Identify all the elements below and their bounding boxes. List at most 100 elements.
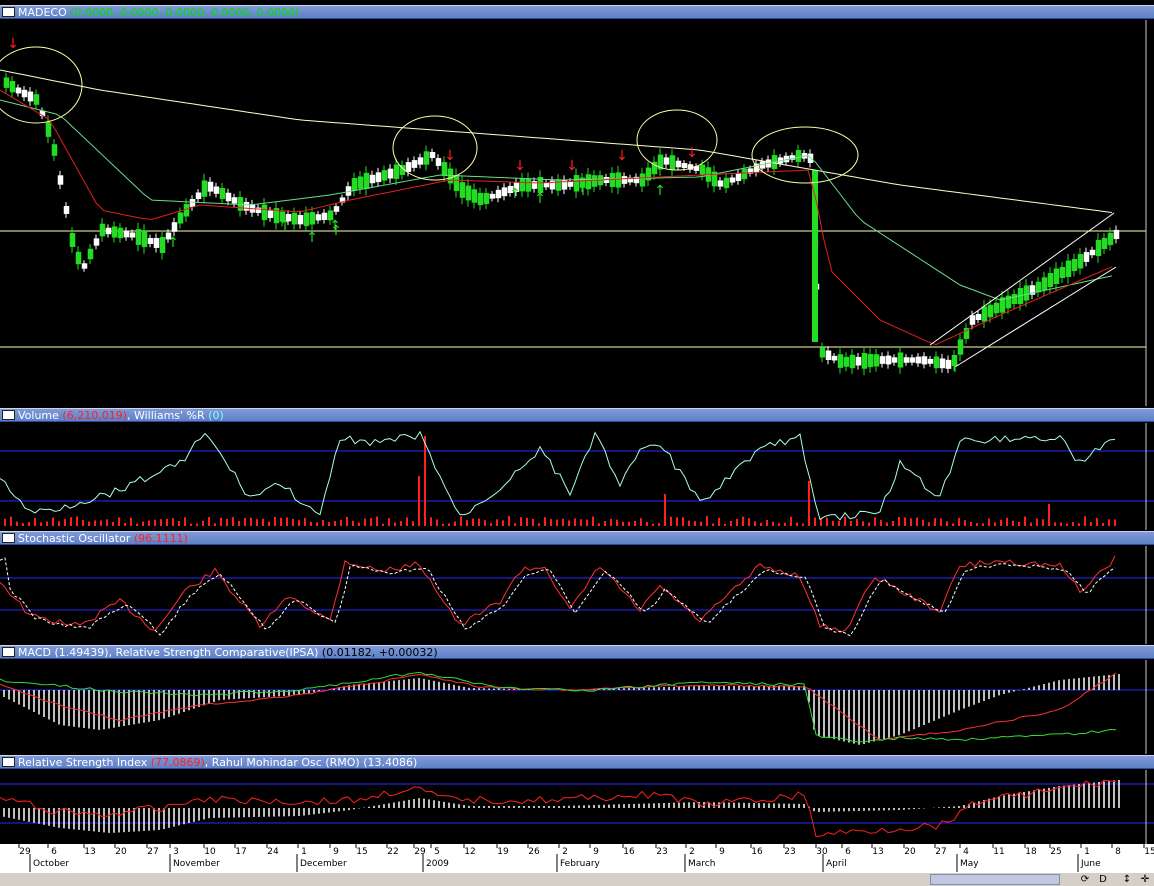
- candle: [501, 187, 508, 197]
- volume-bar: [238, 521, 240, 526]
- volume-bar: [442, 523, 444, 526]
- volume-bar: [1030, 522, 1032, 526]
- volume-bar: [70, 517, 72, 526]
- candle: [357, 176, 364, 189]
- candle: [417, 157, 424, 165]
- candle: [795, 150, 802, 162]
- volume-bar: [514, 523, 516, 526]
- volume-bar: [778, 523, 780, 526]
- candle: [1083, 252, 1090, 262]
- stoch-k-line: [0, 555, 1116, 633]
- candle: [1053, 268, 1060, 284]
- day-label: 13: [872, 847, 883, 857]
- candle: [555, 179, 562, 191]
- volume-bar: [322, 519, 324, 526]
- volume-bar: [532, 518, 534, 526]
- volume-bar: [190, 523, 192, 526]
- candle: [831, 355, 838, 361]
- volume-bar: [28, 522, 30, 526]
- volume-bar: [316, 522, 318, 526]
- candle: [189, 199, 196, 207]
- candle: [393, 164, 400, 180]
- volume-bar: [856, 518, 858, 526]
- candle: [225, 192, 232, 202]
- volume-bar: [814, 517, 816, 526]
- candle: [681, 163, 688, 168]
- price-pane-header[interactable]: MADECO (0.0000, 0.0000, 0.0000, 0.0000, …: [0, 5, 1154, 19]
- volume-bar: [166, 518, 168, 526]
- volume-bar: [340, 519, 342, 526]
- volume-bar: [262, 518, 264, 526]
- rsi-chart[interactable]: [0, 770, 1154, 844]
- candle: [231, 197, 238, 204]
- volume-bar: [58, 521, 60, 526]
- volume-bar: [610, 518, 612, 526]
- candle: [735, 173, 742, 181]
- daily-period-button[interactable]: D: [1094, 874, 1112, 885]
- volume-bar: [256, 519, 258, 526]
- volume-bar: [928, 522, 930, 526]
- candle: [435, 158, 442, 166]
- volume-bar: [832, 520, 834, 526]
- volume-pane-header[interactable]: Volume (6,210,019), Williams' %R (0): [0, 408, 1154, 422]
- candle: [621, 176, 628, 184]
- candle: [933, 356, 940, 369]
- rmo-value: (13.4086): [363, 756, 418, 769]
- volume-bar: [400, 521, 402, 526]
- volume-bar: [136, 523, 138, 526]
- refresh-icon[interactable]: ⟳: [1076, 874, 1094, 885]
- volume-bar: [802, 523, 804, 526]
- macd-pane[interactable]: [0, 660, 1154, 754]
- candle: [957, 339, 964, 355]
- price-chart-pane[interactable]: ↓ ↓ ↓ ↓ ↓ ↓ ↑ ↑ ↑ ↑ ↑ ↑ ↑ ↑ ↑ ↑: [0, 20, 1154, 406]
- macd-pane-header[interactable]: MACD (1.49439), Relative Strength Compar…: [0, 645, 1154, 659]
- volume-bar: [940, 518, 942, 526]
- stochastic-chart[interactable]: [0, 546, 1154, 644]
- price-chart[interactable]: ↓↓↓ ↓↓ ↓↑↑↑ ↑↑ ↑ ↑ ↑↑↑: [0, 20, 1154, 406]
- ma-slow-line: [0, 69, 1113, 213]
- candle: [63, 206, 70, 214]
- pane-toggle-icon[interactable]: [2, 757, 15, 767]
- candle: [405, 162, 412, 172]
- candle: [93, 238, 100, 246]
- volume-bar: [466, 520, 468, 526]
- candle: [471, 189, 478, 203]
- candle: [21, 89, 28, 98]
- volume-bar: [1036, 518, 1038, 526]
- status-bar: ⟳ D ↕ ✛: [0, 872, 1154, 886]
- candle: [867, 354, 874, 368]
- day-label: 22: [387, 847, 398, 857]
- stoch-label: Stochastic Oscillator: [18, 532, 131, 545]
- volume-bar: [1114, 519, 1116, 526]
- buy-arrow-icon: ↑: [534, 191, 546, 207]
- volume-bar: [496, 519, 498, 526]
- candle: [861, 353, 868, 369]
- rsi-pane[interactable]: [0, 770, 1154, 844]
- volume-pane[interactable]: [0, 423, 1154, 530]
- rsi-line: [0, 779, 1117, 838]
- volume-bar: [208, 517, 210, 526]
- pane-toggle-icon[interactable]: [2, 410, 15, 420]
- resize-icon[interactable]: ↕: [1118, 874, 1136, 885]
- volume-williams-chart[interactable]: [0, 423, 1154, 530]
- rsi-pane-header[interactable]: Relative Strength Index (77.0869), Rahul…: [0, 755, 1154, 769]
- volume-bar: [100, 520, 102, 526]
- candle: [9, 81, 16, 93]
- macd-value: (1.49439): [54, 646, 109, 659]
- volume-bar: [550, 519, 552, 526]
- day-label: 10: [204, 847, 216, 857]
- volume-bar: [688, 520, 690, 526]
- pane-toggle-icon[interactable]: [2, 647, 15, 657]
- volume-bar: [376, 516, 378, 526]
- macd-chart[interactable]: [0, 660, 1154, 754]
- pane-toggle-icon[interactable]: [2, 533, 15, 543]
- stoch-pane-header[interactable]: Stochastic Oscillator (96.1111): [0, 531, 1154, 545]
- candle: [213, 186, 220, 194]
- candle: [1041, 277, 1048, 291]
- horizontal-scroll-thumb[interactable]: [930, 874, 1060, 885]
- volume-bar: [622, 521, 624, 526]
- pane-toggle-icon[interactable]: [2, 7, 15, 17]
- volume-value: (6,210,019): [62, 409, 127, 422]
- stoch-pane[interactable]: [0, 546, 1154, 644]
- crosshair-icon[interactable]: ✛: [1136, 874, 1154, 885]
